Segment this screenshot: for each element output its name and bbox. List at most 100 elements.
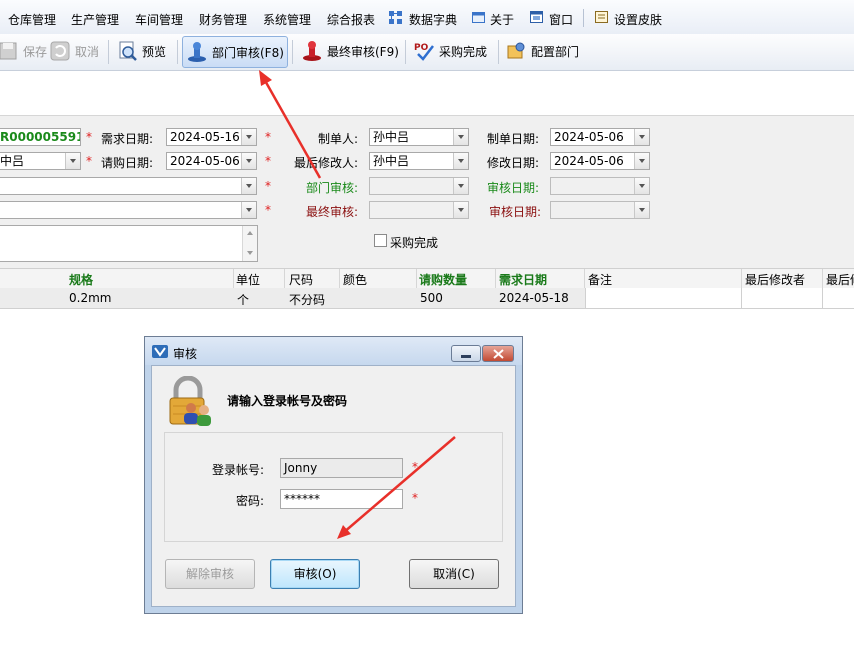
- last-modifier-value: 孙中吕: [373, 154, 410, 168]
- request-date-field[interactable]: 2024-05-06: [166, 152, 257, 170]
- toolbar-separator: [405, 40, 406, 64]
- cell-remark[interactable]: [585, 288, 742, 308]
- dropdown-arrow-icon[interactable]: [634, 153, 649, 169]
- dropdown-arrow-icon[interactable]: [453, 129, 468, 145]
- required-mark: *: [265, 130, 271, 144]
- po-check-icon: PO: [414, 43, 434, 61]
- menu-skin-settings[interactable]: 设置皮肤: [614, 11, 662, 28]
- scroll-down-icon[interactable]: [247, 251, 253, 255]
- requester-field[interactable]: 中吕: [0, 152, 81, 170]
- make-date-label: 制单日期:: [487, 132, 540, 146]
- dept-audit-button[interactable]: 部门审核(F8): [182, 36, 288, 68]
- dropdown-arrow-icon[interactable]: [241, 153, 256, 169]
- menu-about[interactable]: 关于: [490, 11, 514, 28]
- demand-date-field[interactable]: 2024-05-16: [166, 128, 257, 146]
- cell-demand-date[interactable]: 2024-05-18: [499, 291, 569, 305]
- order-number-field[interactable]: R000005591: [0, 128, 81, 146]
- config-dept-button[interactable]: 配置部门: [502, 36, 579, 66]
- cell-last-modifier[interactable]: [741, 288, 823, 308]
- minimize-button[interactable]: [451, 345, 481, 362]
- col-header-demand-date[interactable]: 需求日期: [499, 271, 547, 288]
- dialog-prompt: 请输入登录帐号及密码: [227, 394, 348, 408]
- final-audit-field[interactable]: [369, 201, 469, 219]
- close-icon: [493, 349, 504, 359]
- grid-header: 规格 单位 尺码 颜色 请购数量 需求日期 备注 最后修改者 最后修: [0, 268, 854, 289]
- save-label: 保存: [23, 44, 48, 59]
- col-header-last-modifier[interactable]: 最后修改者: [745, 271, 805, 288]
- dropdown-arrow-icon[interactable]: [634, 202, 649, 218]
- final-audit-date-field[interactable]: [550, 201, 650, 219]
- dropdown-arrow-icon[interactable]: [241, 129, 256, 145]
- cell-qty[interactable]: 500: [420, 291, 443, 305]
- scroll-up-icon[interactable]: [247, 231, 253, 235]
- col-header-spec[interactable]: 规格: [69, 271, 93, 288]
- required-mark: *: [86, 130, 92, 144]
- col-header-qty[interactable]: 请购数量: [419, 271, 467, 288]
- dept-audit-field[interactable]: [369, 177, 469, 195]
- unaudit-button[interactable]: 解除审核: [165, 559, 255, 589]
- col-header-last-modified[interactable]: 最后修: [826, 271, 854, 288]
- cancel-button[interactable]: 取消: [46, 36, 99, 66]
- password-input[interactable]: ******: [280, 489, 403, 509]
- purchase-complete-checkbox[interactable]: [374, 234, 387, 247]
- dropdown-arrow-icon[interactable]: [634, 178, 649, 194]
- dropdown-arrow-icon[interactable]: [241, 202, 256, 218]
- supplier-field[interactable]: [0, 177, 257, 195]
- col-divider: [339, 269, 340, 288]
- menu-system[interactable]: 系统管理: [263, 11, 311, 28]
- col-header-unit[interactable]: 单位: [236, 271, 260, 288]
- dropdown-arrow-icon[interactable]: [241, 178, 256, 194]
- cell-last-modified[interactable]: [822, 288, 854, 308]
- dropdown-arrow-icon[interactable]: [453, 178, 468, 194]
- dialog-title: 审核: [173, 347, 198, 361]
- cell-unit[interactable]: 个: [237, 291, 249, 308]
- menu-warehouse[interactable]: 仓库管理: [8, 11, 56, 28]
- app-logo-icon: [152, 345, 168, 358]
- save-button[interactable]: 保存: [0, 36, 47, 66]
- remarks-textarea[interactable]: [0, 225, 258, 262]
- menu-data-dictionary[interactable]: 数据字典: [409, 11, 457, 28]
- table-row[interactable]: 0.2mm 个 不分码 500 2024-05-18: [0, 288, 854, 309]
- menu-production[interactable]: 生产管理: [71, 11, 119, 28]
- dept-audit-date-field[interactable]: [550, 177, 650, 195]
- dept-audit-date-label: 审核日期:: [487, 181, 540, 195]
- menu-finance[interactable]: 财务管理: [199, 11, 247, 28]
- dropdown-arrow-icon[interactable]: [634, 129, 649, 145]
- dialog-cancel-button[interactable]: 取消(C): [409, 559, 499, 589]
- stamp-blue-icon: [188, 42, 206, 62]
- make-date-field[interactable]: 2024-05-06: [550, 128, 650, 146]
- col-header-color[interactable]: 颜色: [343, 271, 367, 288]
- menu-bar: 仓库管理 生产管理 车间管理 财务管理 系统管理 综合报表 数据字典 关于 窗口…: [0, 0, 854, 34]
- col-header-size[interactable]: 尺码: [289, 271, 313, 288]
- last-modifier-field[interactable]: 孙中吕: [369, 152, 469, 170]
- remarks-scrollbar[interactable]: [242, 226, 257, 261]
- cell-spec[interactable]: 0.2mm: [69, 291, 111, 305]
- maker-field[interactable]: 孙中吕: [369, 128, 469, 146]
- audit-confirm-button[interactable]: 审核(O): [270, 559, 360, 589]
- required-mark: *: [86, 154, 92, 168]
- dropdown-arrow-icon[interactable]: [65, 153, 80, 169]
- col-header-remark[interactable]: 备注: [588, 271, 612, 288]
- modify-date-label: 修改日期:: [487, 156, 540, 170]
- required-mark: *: [265, 154, 271, 168]
- dept-audit-label: 部门审核(F8): [212, 45, 284, 60]
- toolbar-separator: [108, 40, 109, 64]
- dropdown-arrow-icon[interactable]: [453, 153, 468, 169]
- dialog-titlebar[interactable]: 审核: [145, 337, 522, 365]
- menu-window[interactable]: 窗口: [549, 11, 573, 28]
- close-button[interactable]: [482, 345, 514, 362]
- menu-workshop[interactable]: 车间管理: [135, 11, 183, 28]
- purchase-done-label: 采购完成: [439, 44, 488, 59]
- department-field[interactable]: [0, 201, 257, 219]
- required-mark: *: [265, 179, 271, 193]
- stamp-red-icon: [303, 41, 321, 61]
- account-input[interactable]: Jonny: [280, 458, 403, 478]
- purchase-done-button[interactable]: PO 采购完成: [410, 36, 487, 66]
- cell-size[interactable]: 不分码: [289, 291, 325, 308]
- menu-reports[interactable]: 综合报表: [327, 11, 375, 28]
- final-audit-button[interactable]: 最终审核(F9): [298, 36, 399, 66]
- preview-button[interactable]: 预览: [113, 36, 166, 66]
- modify-date-field[interactable]: 2024-05-06: [550, 152, 650, 170]
- toolbar-separator: [498, 40, 499, 64]
- dropdown-arrow-icon[interactable]: [453, 202, 468, 218]
